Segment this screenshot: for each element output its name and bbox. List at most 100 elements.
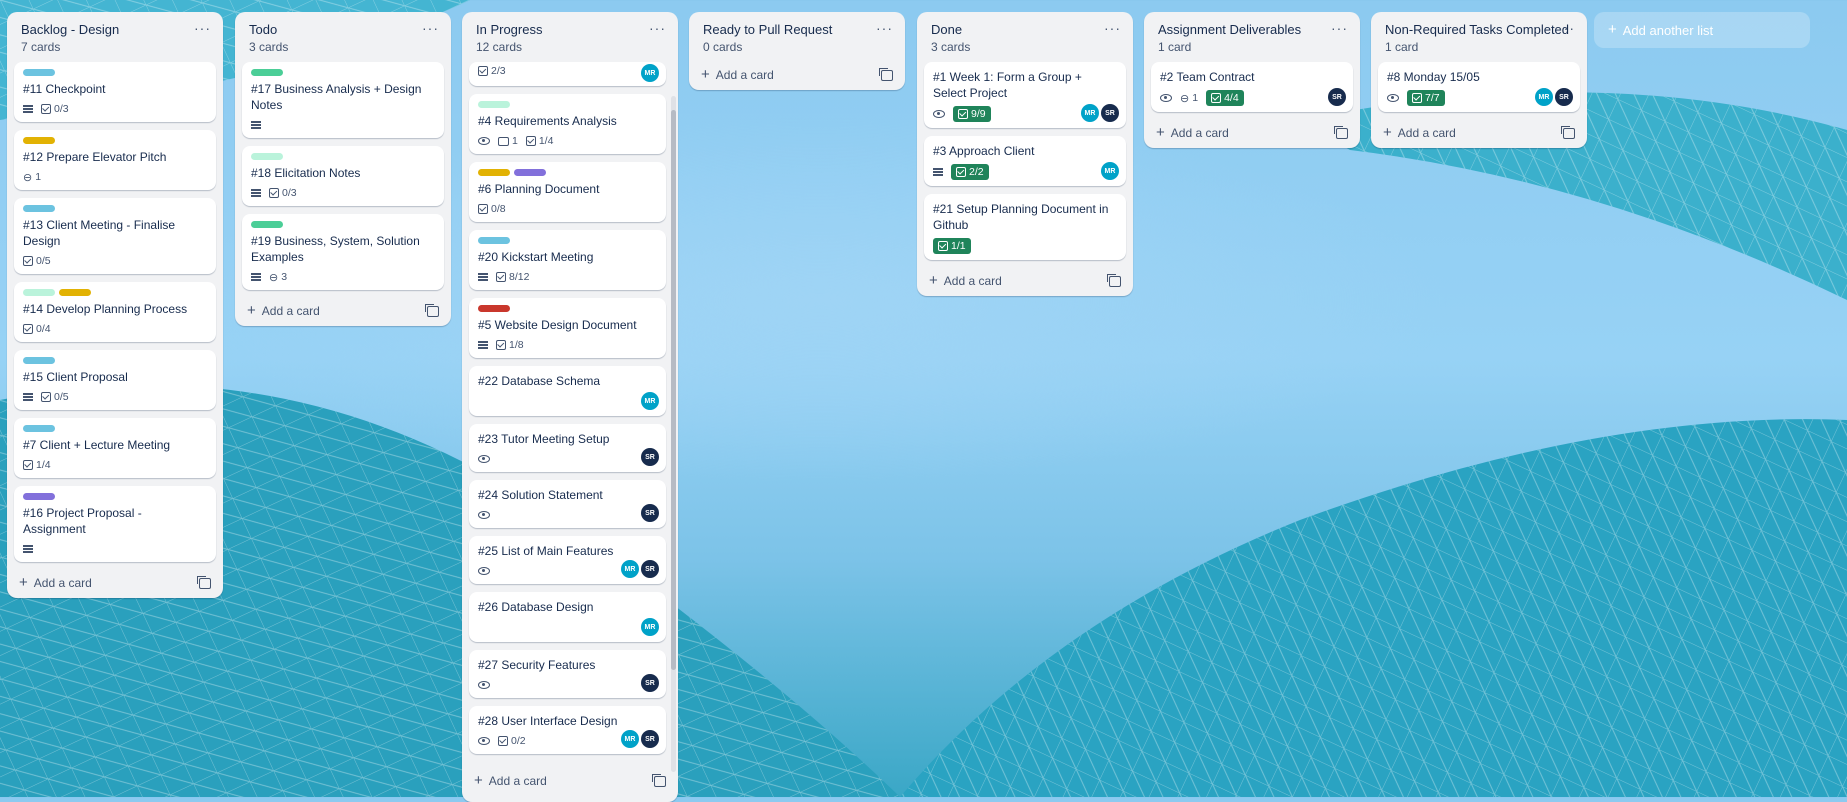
- list-title[interactable]: Backlog - Design: [21, 22, 211, 37]
- card-label[interactable]: [23, 357, 55, 364]
- card-label[interactable]: [478, 237, 510, 244]
- card-label[interactable]: [23, 205, 55, 212]
- list-header[interactable]: Assignment Deliverables 1 card ···: [1144, 12, 1360, 58]
- card[interactable]: #20 Kickstart Meeting 8/12: [469, 230, 666, 290]
- card[interactable]: #26 Database Design MR: [469, 592, 666, 642]
- list-menu-icon[interactable]: ···: [194, 20, 211, 36]
- card-label[interactable]: [251, 221, 283, 228]
- add-card-button[interactable]: + Add a card: [1383, 125, 1456, 140]
- list-assignment-deliverables[interactable]: Assignment Deliverables 1 card ··· #2 Te…: [1144, 12, 1360, 148]
- card-label[interactable]: [251, 153, 283, 160]
- avatar[interactable]: SR: [641, 504, 659, 522]
- card[interactable]: #15 Client Proposal 0/5: [14, 350, 216, 410]
- list-menu-icon[interactable]: ···: [1104, 20, 1121, 36]
- card[interactable]: #17 Business Analysis + Design Notes: [242, 62, 444, 138]
- card[interactable]: #7 Client + Lecture Meeting 1/4: [14, 418, 216, 478]
- card[interactable]: #21 Setup Planning Document in Github 1/…: [924, 194, 1126, 260]
- card[interactable]: #2 Team Contract ⊘ 1 4/4 SR: [1151, 62, 1353, 112]
- card[interactable]: #3 Approach Client 2/2 MR: [924, 136, 1126, 186]
- card[interactable]: #11 Checkpoint 0/3: [14, 62, 216, 122]
- card[interactable]: #14 Develop Planning Process 0/4: [14, 282, 216, 342]
- card[interactable]: #23 Tutor Meeting Setup SR: [469, 424, 666, 472]
- card[interactable]: #16 Project Proposal - Assignment: [14, 486, 216, 562]
- avatar[interactable]: SR: [641, 448, 659, 466]
- avatar[interactable]: SR: [1328, 88, 1346, 106]
- list-scrollbar[interactable]: [671, 96, 676, 772]
- list-menu-icon[interactable]: ···: [1331, 20, 1348, 36]
- list-header[interactable]: Backlog - Design 7 cards ···: [7, 12, 223, 58]
- card-label[interactable]: [23, 69, 55, 76]
- card[interactable]: #28 User Interface Design 0/2 MR SR: [469, 706, 666, 754]
- list-header[interactable]: Ready to Pull Request 0 cards ···: [689, 12, 905, 58]
- add-card-button[interactable]: + Add a card: [1156, 125, 1229, 140]
- create-from-template-icon[interactable]: [197, 575, 211, 589]
- list-header[interactable]: Non-Required Tasks Completed 1 card ···: [1371, 12, 1587, 58]
- list-header[interactable]: Todo 3 cards ···: [235, 12, 451, 58]
- list-backlog-design[interactable]: Backlog - Design 7 cards ··· #11 Checkpo…: [7, 12, 223, 598]
- avatar[interactable]: SR: [1555, 88, 1573, 106]
- card[interactable]: #25 List of Main Features MR SR: [469, 536, 666, 584]
- create-from-template-icon[interactable]: [1334, 125, 1348, 139]
- card[interactable]: #18 Elicitation Notes 0/3: [242, 146, 444, 206]
- create-from-template-icon[interactable]: [879, 67, 893, 81]
- list-ready-to-pull-request[interactable]: Ready to Pull Request 0 cards ··· + Add a…: [689, 12, 905, 90]
- avatar[interactable]: SR: [1101, 104, 1119, 122]
- card-label[interactable]: [23, 425, 55, 432]
- list-non-required-tasks-completed[interactable]: Non-Required Tasks Completed 1 card ··· …: [1371, 12, 1587, 148]
- add-card-button[interactable]: + Add a card: [247, 303, 320, 318]
- list-title[interactable]: Non-Required Tasks Completed: [1385, 22, 1575, 37]
- list-title[interactable]: In Progress: [476, 22, 666, 37]
- list-menu-icon[interactable]: ···: [1558, 20, 1575, 36]
- avatar[interactable]: MR: [621, 730, 639, 748]
- list-menu-icon[interactable]: ···: [422, 20, 439, 36]
- card-label[interactable]: [478, 305, 510, 312]
- avatar[interactable]: SR: [641, 560, 659, 578]
- card-label[interactable]: [23, 137, 55, 144]
- add-another-list-button[interactable]: + Add another list: [1594, 12, 1810, 48]
- list-todo[interactable]: Todo 3 cards ··· #17 Business Analysis +…: [235, 12, 451, 326]
- card[interactable]: #22 Database Schema MR: [469, 366, 666, 416]
- list-header[interactable]: In Progress 12 cards ···: [462, 12, 678, 58]
- create-from-template-icon[interactable]: [1107, 273, 1121, 287]
- scrollbar-thumb[interactable]: [671, 110, 676, 670]
- card[interactable]: #4 Requirements Analysis 1 1/4: [469, 94, 666, 154]
- avatar[interactable]: MR: [641, 618, 659, 636]
- avatar[interactable]: MR: [1101, 162, 1119, 180]
- add-card-button[interactable]: + Add a card: [929, 273, 1002, 288]
- list-done[interactable]: Done 3 cards ··· #1 Week 1: Form a Group…: [917, 12, 1133, 296]
- card-label[interactable]: [478, 101, 510, 108]
- card[interactable]: #1 Week 1: Form a Group + Select Project…: [924, 62, 1126, 128]
- avatar[interactable]: SR: [641, 730, 659, 748]
- card[interactable]: #19 Business, System, Solution Examples …: [242, 214, 444, 290]
- card-label[interactable]: [478, 169, 510, 176]
- list-menu-icon[interactable]: ···: [876, 20, 893, 36]
- list-in-progress[interactable]: In Progress 12 cards ··· 2/3 MR #4 Requi…: [462, 12, 678, 802]
- list-title[interactable]: Done: [931, 22, 1121, 37]
- card-label[interactable]: [514, 169, 546, 176]
- list-title[interactable]: Assignment Deliverables: [1158, 22, 1348, 37]
- create-from-template-icon[interactable]: [425, 303, 439, 317]
- avatar[interactable]: MR: [641, 392, 659, 410]
- avatar[interactable]: MR: [1081, 104, 1099, 122]
- card[interactable]: #5 Website Design Document 1/8: [469, 298, 666, 358]
- card[interactable]: #12 Prepare Elevator Pitch ⊘ 1: [14, 130, 216, 190]
- card-label[interactable]: [23, 289, 55, 296]
- list-header[interactable]: Done 3 cards ···: [917, 12, 1133, 58]
- avatar[interactable]: MR: [1535, 88, 1553, 106]
- add-card-button[interactable]: + Add a card: [701, 67, 774, 82]
- avatar[interactable]: MR: [641, 64, 659, 82]
- avatar[interactable]: MR: [621, 560, 639, 578]
- create-from-template-icon[interactable]: [1561, 125, 1575, 139]
- create-from-template-icon[interactable]: [652, 773, 666, 787]
- card[interactable]: #24 Solution Statement SR: [469, 480, 666, 528]
- card[interactable]: #8 Monday 15/05 7/7 MR SR: [1378, 62, 1580, 112]
- card[interactable]: #6 Planning Document 0/8: [469, 162, 666, 222]
- list-menu-icon[interactable]: ···: [649, 20, 666, 36]
- card-label[interactable]: [251, 69, 283, 76]
- card[interactable]: #27 Security Features SR: [469, 650, 666, 698]
- card-label[interactable]: [23, 493, 55, 500]
- list-title[interactable]: Todo: [249, 22, 439, 37]
- card-label[interactable]: [59, 289, 91, 296]
- add-card-button[interactable]: + Add a card: [474, 773, 547, 788]
- add-card-button[interactable]: + Add a card: [19, 575, 92, 590]
